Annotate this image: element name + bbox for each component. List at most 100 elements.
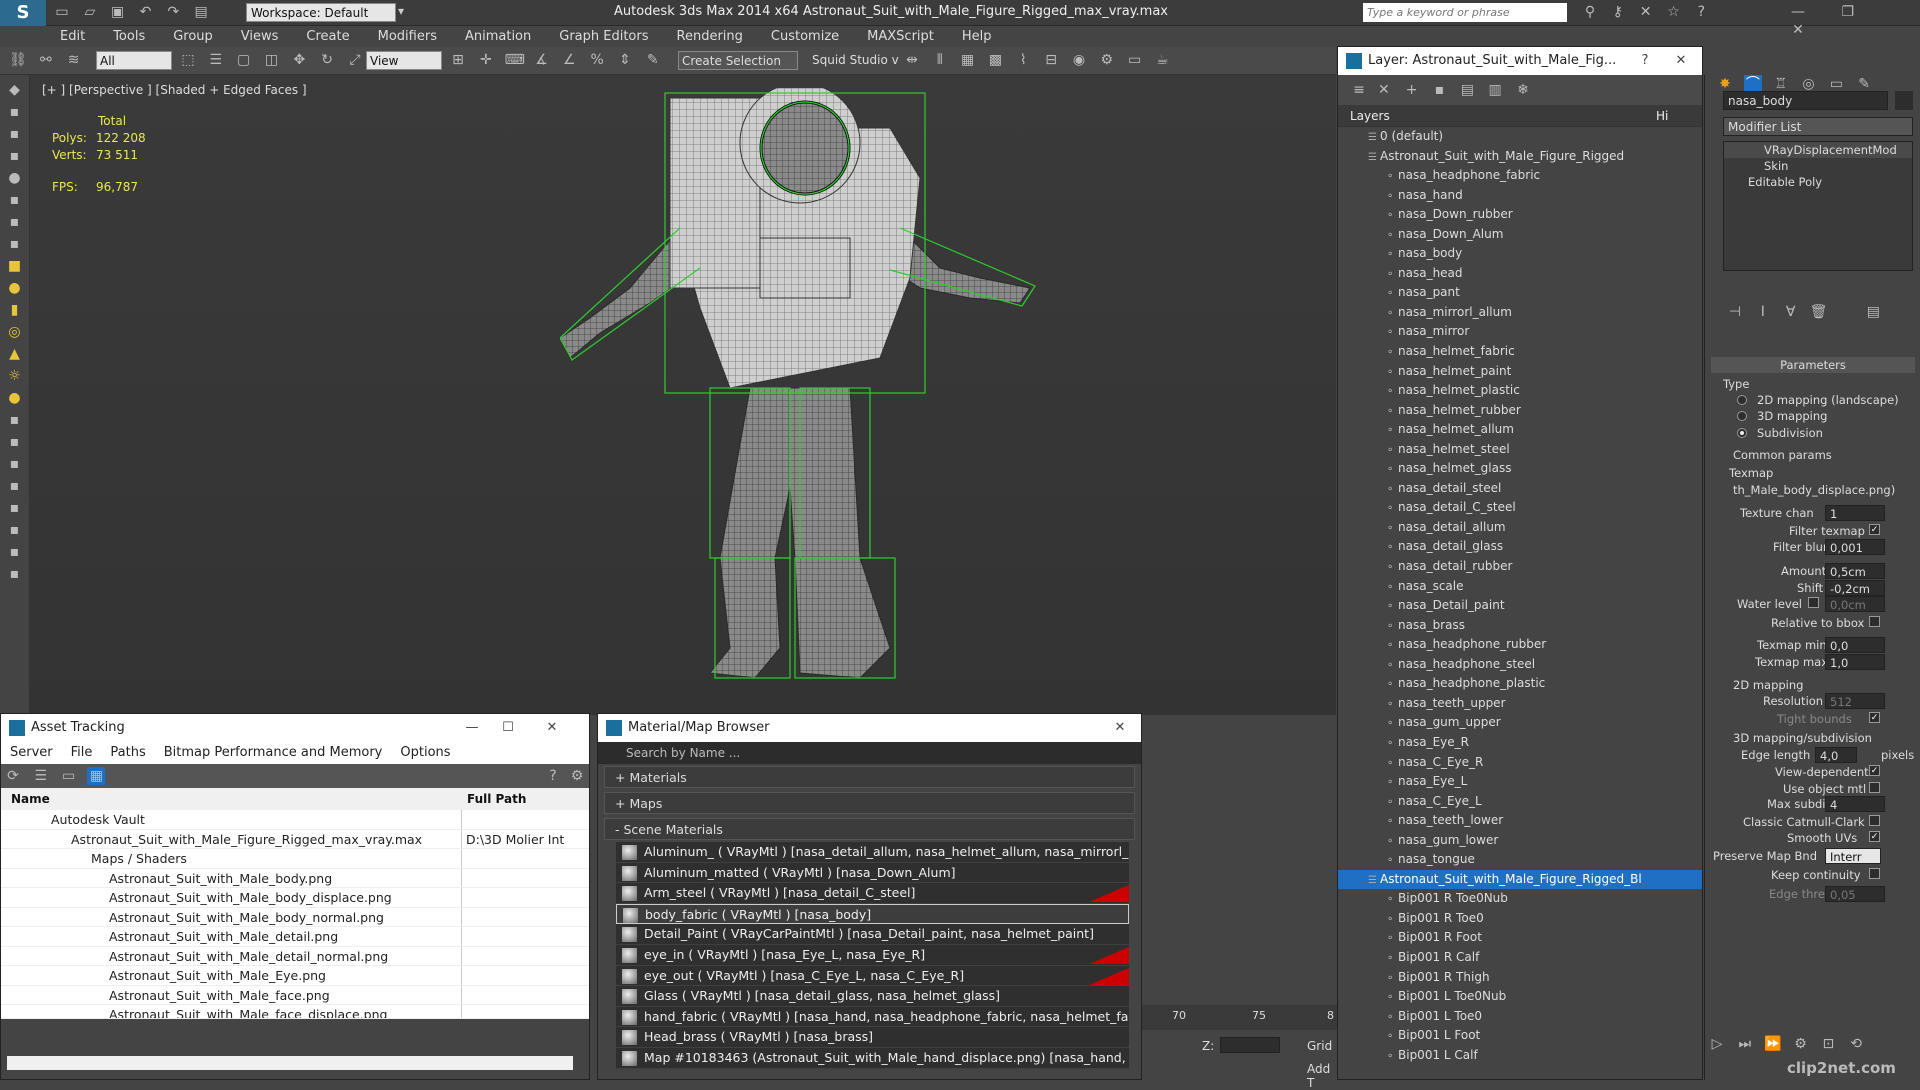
layer-row[interactable]: ⚬ nasa_teeth_upper	[1338, 694, 1702, 714]
menu-animation[interactable]: Animation	[451, 26, 545, 47]
material-search-input[interactable]: Search by Name ...	[598, 742, 1141, 764]
edge-length-spinner[interactable]: 4,0	[1815, 747, 1857, 763]
help-icon[interactable]: ?	[1628, 47, 1662, 75]
close-icon[interactable]: ✕	[1664, 47, 1698, 75]
menu-customize[interactable]: Customize	[757, 26, 853, 47]
select-object-icon[interactable]: ⬚	[179, 51, 197, 69]
stack-item-editable-poly[interactable]: Editable Poly	[1724, 174, 1912, 190]
tool-2-icon[interactable]: ▪	[6, 103, 24, 121]
sphere-primitive-icon[interactable]: ●	[6, 279, 24, 297]
layer-row[interactable]: ⚬ nasa_detail_C_steel	[1338, 498, 1702, 518]
layer-row[interactable]: ⚬ nasa_brass	[1338, 616, 1702, 636]
layer-row[interactable]: ⚬ nasa_pant	[1338, 283, 1702, 303]
selection-filter-select[interactable]: All	[96, 51, 172, 70]
delete-layer-icon[interactable]: ✕	[1375, 81, 1393, 99]
tool-19-icon[interactable]: ▪	[6, 477, 24, 495]
time-ruler[interactable]: 70 75 8	[1142, 1005, 1337, 1030]
configure-sets-icon[interactable]: ▤	[1864, 303, 1882, 321]
minimize-icon[interactable]: —	[1778, 3, 1818, 21]
tool-4-icon[interactable]: ▪	[6, 147, 24, 165]
menu-options[interactable]: Options	[391, 742, 459, 764]
make-unique-icon[interactable]: ∀	[1782, 303, 1800, 321]
layer-row[interactable]: ⚬ Bip001 L Toe0Nub	[1338, 987, 1702, 1007]
layer-row[interactable]: ⚬ nasa_headphone_rubber	[1338, 635, 1702, 655]
snap-icon[interactable]: ∡	[532, 51, 550, 69]
pin-stack-icon[interactable]: ⊣	[1726, 303, 1744, 321]
object-color-swatch[interactable]	[1895, 91, 1913, 110]
layer-stack-icon[interactable]: ≡	[1350, 81, 1368, 99]
close-icon[interactable]: ✕	[535, 714, 569, 742]
bind-spacewarp-icon[interactable]: ≋	[65, 51, 83, 69]
tool-5-icon[interactable]: ●	[6, 169, 24, 187]
layer-row[interactable]: ⚬ Bip001 R Calf	[1338, 948, 1702, 968]
preserve-map-bnd-select[interactable]: Interr	[1825, 848, 1881, 864]
layer-row[interactable]: ⚬ nasa_helmet_paint	[1338, 362, 1702, 382]
tool-16-icon[interactable]: ▪	[6, 411, 24, 429]
layer-row[interactable]: ⚬ nasa_headphone_fabric	[1338, 166, 1702, 186]
layer-row[interactable]: ⚬ nasa_mirror	[1338, 322, 1702, 342]
tool-7-icon[interactable]: ▪	[6, 213, 24, 231]
named-selection-set-select[interactable]: Create Selection Se	[678, 51, 798, 87]
list-item[interactable]: Aluminum_matted ( VRayMtl ) [nasa_Down_A…	[616, 862, 1129, 884]
keyboard-shortcut-icon[interactable]: ⌨	[505, 51, 525, 69]
geosphere-icon[interactable]: ●	[6, 389, 24, 407]
layer-row[interactable]: ⚬ nasa_gum_lower	[1338, 831, 1702, 851]
tool-17-icon[interactable]: ▪	[6, 433, 24, 451]
horizontal-scrollbar[interactable]	[7, 1056, 573, 1070]
table-row[interactable]: Maps / Shaders	[1, 849, 589, 869]
group-materials[interactable]: + Materials	[604, 766, 1135, 788]
layers-column-label[interactable]: Layers	[1350, 109, 1390, 123]
catmull-clark-checkbox[interactable]	[1869, 815, 1880, 826]
orbit-icon[interactable]: ⟲	[1847, 1035, 1865, 1053]
tool-8-icon[interactable]: ▪	[6, 235, 24, 253]
layer-row[interactable]: ⚬ nasa_body	[1338, 244, 1702, 264]
cylinder-primitive-icon[interactable]: ▮	[6, 301, 24, 319]
water-level-checkbox[interactable]	[1808, 597, 1819, 608]
layer-row[interactable]: ⚬ nasa_helmet_plastic	[1338, 381, 1702, 401]
layer-row[interactable]: ⚬ nasa_tongue	[1338, 850, 1702, 870]
render-production-icon[interactable]: ☕	[1153, 51, 1171, 69]
menu-graph-editors[interactable]: Graph Editors	[545, 26, 662, 47]
layer-row[interactable]: ⚬ nasa_Down_Alum	[1338, 225, 1702, 245]
time-config-icon[interactable]: ⚙	[1791, 1035, 1809, 1053]
window-crossing-icon[interactable]: ◫	[262, 51, 280, 69]
layer-row[interactable]: ⚬ nasa_scale	[1338, 577, 1702, 597]
exchange-icon[interactable]: ✕	[1637, 3, 1655, 21]
curve-editor-icon[interactable]: ⌇	[1014, 51, 1032, 69]
layer-row[interactable]: ⚬ nasa_headphone_plastic	[1338, 674, 1702, 694]
mirror-icon[interactable]: ⇹	[903, 51, 921, 69]
create-layer-icon[interactable]: +	[1403, 81, 1421, 99]
table-row[interactable]: Autodesk Vault	[1, 810, 589, 830]
help-icon[interactable]: ?	[544, 767, 562, 785]
shift-spinner[interactable]: -0,2cm	[1825, 580, 1885, 596]
cone-primitive-icon[interactable]: ▲	[6, 345, 24, 363]
group-maps[interactable]: + Maps	[604, 792, 1135, 814]
list-item[interactable]: body_fabric ( VRayMtl ) [nasa_body]	[616, 903, 1129, 925]
table-row[interactable]: Astronaut_Suit_with_Male_Eye.png	[1, 966, 589, 986]
hide-all-icon[interactable]: ▥	[1486, 81, 1504, 99]
menu-maxscript[interactable]: MAXScript	[853, 26, 948, 47]
layer-row[interactable]: ⚬ nasa_mirrorl_allum	[1338, 303, 1702, 323]
layer-row[interactable]: ⚬ nasa_headphone_steel	[1338, 655, 1702, 675]
list-item[interactable]: Detail_Paint ( VRayCarPaintMtl ) [nasa_D…	[616, 924, 1129, 945]
app-logo-icon[interactable]: S	[0, 0, 46, 26]
menu-server[interactable]: Server	[1, 742, 62, 764]
list-item[interactable]: eye_out ( VRayMtl ) [nasa_C_Eye_L, nasa_…	[616, 965, 1129, 987]
material-browser-titlebar[interactable]: Material/Map Browser ✕	[598, 714, 1141, 742]
refresh-icon[interactable]: ⟳	[4, 767, 22, 785]
table-row[interactable]: Astronaut_Suit_with_Male_Figure_Rigged_m…	[1, 829, 589, 849]
layer-row[interactable]: ⚬ nasa_Eye_L	[1338, 772, 1702, 792]
layer-row[interactable]: ⚬ Bip001 L Toe0	[1338, 1007, 1702, 1027]
layer-row[interactable]: ⚬ nasa_Detail_paint	[1338, 596, 1702, 616]
scale-icon[interactable]: ⤢	[346, 51, 364, 69]
hide-column-label[interactable]: Hi	[1656, 105, 1668, 127]
layer-row[interactable]: ⚬ nasa_helmet_fabric	[1338, 342, 1702, 362]
list-item[interactable]: Head_brass ( VRayMtl ) [nasa_brass]	[616, 1027, 1129, 1048]
menu-bitmap-performance[interactable]: Bitmap Performance and Memory	[155, 742, 392, 764]
z-coord-field[interactable]	[1220, 1037, 1280, 1053]
layer-row[interactable]: ⚬ Bip001 L Foot	[1338, 1026, 1702, 1046]
help-search-input[interactable]: Type a keyword or phrase	[1363, 3, 1567, 22]
layer-row[interactable]: ⚬ nasa_C_Eye_R	[1338, 753, 1702, 773]
undo-icon[interactable]: ↶	[136, 3, 154, 21]
layer-row[interactable]: ⚬ nasa_gum_upper	[1338, 713, 1702, 733]
